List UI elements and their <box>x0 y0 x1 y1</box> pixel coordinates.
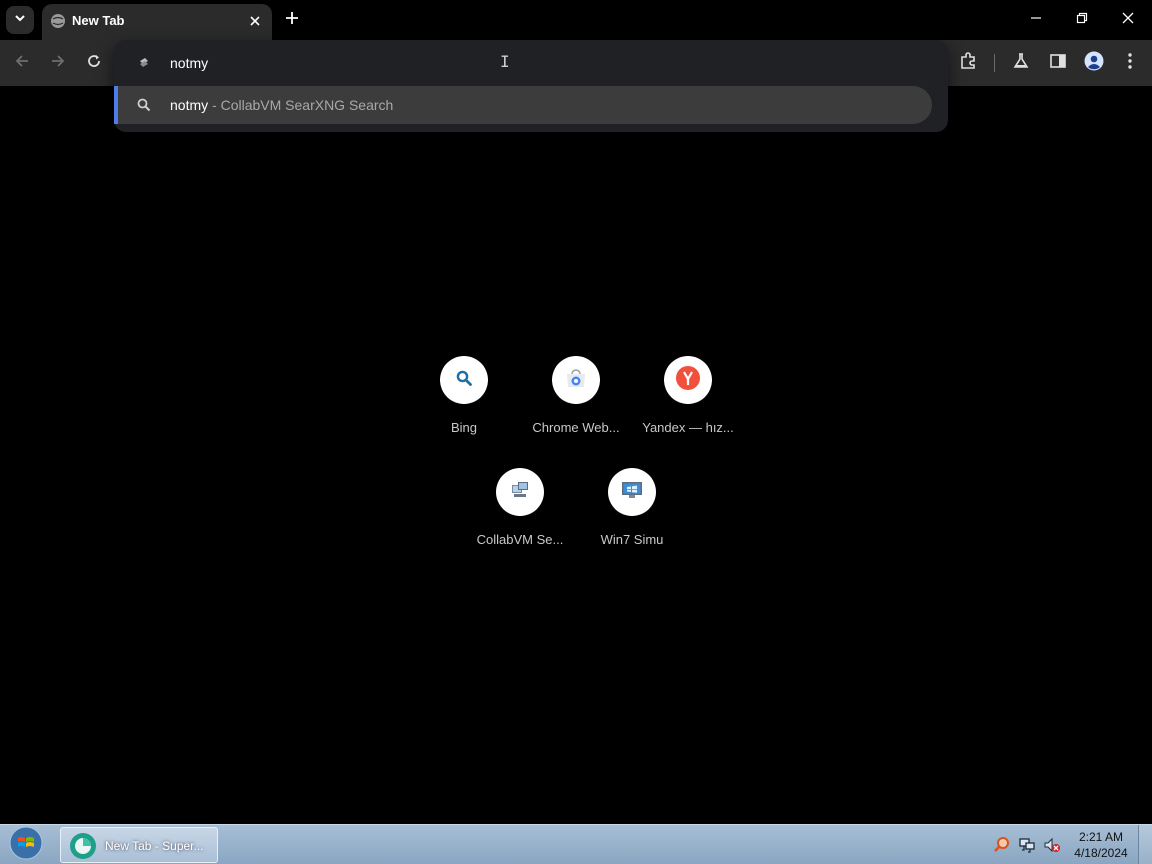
side-panel-button[interactable] <box>1047 52 1069 74</box>
taskbar-item-browser[interactable]: New Tab - Super... <box>60 827 218 863</box>
back-button[interactable] <box>11 52 33 74</box>
clock-time: 2:21 AM <box>1078 830 1124 844</box>
chevron-down-icon <box>14 11 26 29</box>
shortcut-tile <box>496 468 544 516</box>
screen: New Tab notmy I notmy - CollabVM SearXNG… <box>0 0 1152 864</box>
network-icon[interactable] <box>1018 836 1036 854</box>
yandex-icon <box>676 365 700 395</box>
shortcut-tile <box>552 356 600 404</box>
avatar-icon <box>1084 51 1104 76</box>
tab-new-tab[interactable]: New Tab <box>42 4 272 40</box>
clock-date: 4/18/2024 <box>1074 846 1128 860</box>
side-panel-icon <box>1049 52 1067 75</box>
restore-button[interactable] <box>1060 6 1104 34</box>
shortcut-win7-simu[interactable]: Win7 Simu <box>576 468 688 568</box>
close-tab-icon[interactable] <box>246 12 264 30</box>
arrow-right-icon <box>50 53 66 74</box>
search-icon <box>136 97 152 113</box>
reload-icon <box>86 53 102 74</box>
shortcut-collabvm[interactable]: CollabVM Se... <box>464 468 576 568</box>
restore-icon <box>1076 11 1088 29</box>
suggestion-provider: CollabVM SearXNG Search <box>220 97 394 113</box>
new-tab-button[interactable] <box>282 10 302 30</box>
bing-search-icon <box>455 369 473 392</box>
shortcut-label: Bing <box>450 420 478 435</box>
omnibox-suggestion[interactable]: notmy - CollabVM SearXNG Search <box>114 86 932 124</box>
puzzle-icon <box>959 51 977 75</box>
minimize-icon <box>1030 11 1042 29</box>
shortcut-tile <box>440 356 488 404</box>
chrome-web-store-icon <box>564 366 588 395</box>
browser-app-icon <box>69 832 97 860</box>
collabvm-icon <box>509 479 531 506</box>
plus-icon <box>285 11 299 30</box>
shortcut-yandex[interactable]: Yandex — hız... <box>632 356 744 456</box>
title-bar: New Tab <box>0 0 1152 40</box>
search-engine-icon <box>136 55 152 71</box>
text-cursor-icon: I <box>500 52 510 71</box>
shortcut-label: CollabVM Se... <box>476 532 564 547</box>
win7-simu-icon <box>620 479 644 506</box>
suggestion-text: notmy - CollabVM SearXNG Search <box>170 97 393 113</box>
shortcut-bing[interactable]: Bing <box>408 356 520 456</box>
flask-icon <box>1012 52 1030 75</box>
start-button[interactable] <box>4 826 48 864</box>
close-window-button[interactable] <box>1106 6 1150 34</box>
system-clock[interactable]: 2:21 AM 4/18/2024 <box>1068 829 1134 861</box>
labs-button[interactable] <box>1010 52 1032 74</box>
shortcut-tile <box>664 356 712 404</box>
shortcut-chrome-web-store[interactable]: Chrome Web... <box>520 356 632 456</box>
show-desktop-button[interactable] <box>1138 825 1152 864</box>
shortcut-label: Yandex — hız... <box>642 420 734 435</box>
suggestion-separator: - <box>208 97 221 113</box>
selection-indicator <box>114 86 118 124</box>
menu-button[interactable] <box>1119 52 1141 74</box>
windows-start-orb-icon <box>9 826 43 864</box>
omnibox-popup: I notmy - CollabVM SearXNG Search <box>114 40 948 132</box>
shortcut-label: Chrome Web... <box>532 420 620 435</box>
suggestion-query: notmy <box>170 97 209 113</box>
tab-search-button[interactable] <box>6 6 34 34</box>
taskbar-item-label: New Tab - Super... <box>105 839 204 853</box>
more-vertical-icon <box>1127 52 1133 75</box>
address-input[interactable] <box>170 53 670 73</box>
reload-button[interactable] <box>83 52 105 74</box>
arrow-left-icon <box>14 53 30 74</box>
omnibox[interactable]: I <box>114 40 948 86</box>
minimize-button[interactable] <box>1014 6 1058 34</box>
shortcut-tile <box>608 468 656 516</box>
tab-title: New Tab <box>72 13 125 28</box>
forward-button[interactable] <box>47 52 69 74</box>
profile-button[interactable] <box>1083 51 1105 76</box>
tray-search-icon[interactable] <box>993 836 1011 854</box>
close-icon <box>1122 11 1134 29</box>
extensions-button[interactable] <box>957 51 979 75</box>
taskbar: New Tab - Super... 2:21 AM 4/18/2024 <box>0 824 1152 864</box>
shortcut-label: Win7 Simu <box>600 532 664 547</box>
volume-muted-icon[interactable] <box>1043 836 1061 854</box>
toolbar-divider <box>994 54 995 72</box>
globe-icon <box>50 13 66 29</box>
